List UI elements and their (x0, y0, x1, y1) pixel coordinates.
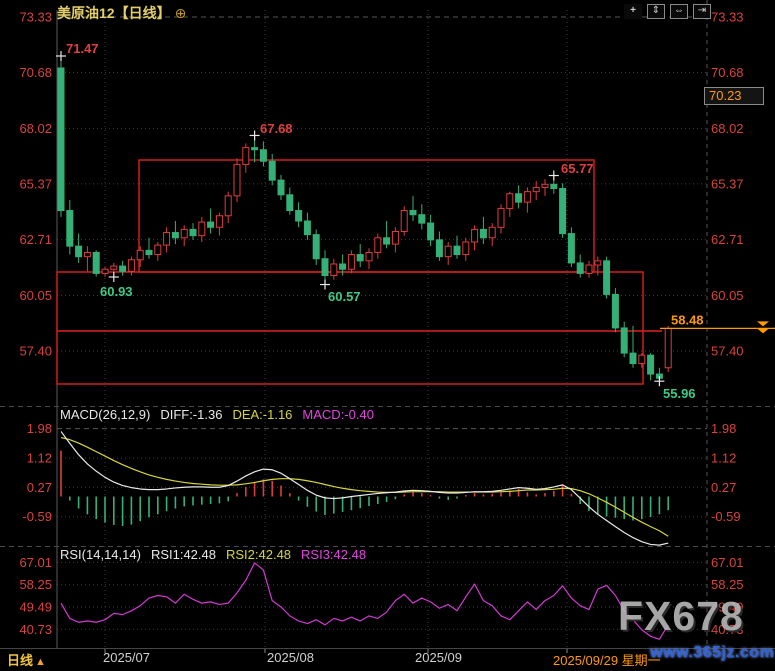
current-date-label: 2025/09/29 星期一 (553, 650, 661, 669)
svg-text:67.01: 67.01 (19, 555, 52, 570)
site-watermark: www.365jz.com (650, 644, 774, 662)
macd-dea-value: DEA:-1.16 (232, 407, 292, 422)
svg-text:62.71: 62.71 (711, 232, 744, 247)
svg-text:-0.59: -0.59 (22, 509, 52, 524)
fx678-watermark: FX678 (618, 593, 744, 640)
svg-text:60.05: 60.05 (711, 288, 744, 303)
instrument-title-text: 美原油12【日线】 (57, 5, 171, 21)
svg-text:68.02: 68.02 (711, 121, 744, 136)
svg-text:73.33: 73.33 (711, 10, 744, 25)
svg-text:0.27: 0.27 (711, 480, 736, 495)
svg-text:65.37: 65.37 (711, 176, 744, 191)
pan-right-icon[interactable]: ⇥ (693, 4, 711, 19)
trading-chart-window: 58.48 71.47 67.68 65.77 60.93 60.57 55.96 73.33… (0, 0, 775, 671)
svg-text:57.40: 57.40 (711, 344, 744, 359)
period-up-arrow-icon: ▲ (35, 656, 46, 668)
svg-text:55.96: 55.96 (663, 386, 696, 401)
svg-text:0.27: 0.27 (27, 480, 52, 495)
svg-text:1.12: 1.12 (27, 451, 52, 466)
period-label: 日线 (7, 653, 33, 668)
y-axis-scale-icon[interactable]: ⇕ (647, 4, 665, 19)
svg-text:40.73: 40.73 (19, 622, 52, 637)
svg-text:1.98: 1.98 (27, 421, 52, 436)
svg-text:58.25: 58.25 (711, 577, 744, 592)
add-indicator-icon[interactable]: ⊕ (175, 5, 187, 21)
svg-text:57.40: 57.40 (19, 344, 52, 359)
macd-header: MACD(26,12,9) DIFF:-1.36 DEA:-1.16 MACD:-0.… (60, 407, 384, 422)
svg-text:2025/07: 2025/07 (103, 650, 150, 665)
svg-text:65.77: 65.77 (561, 161, 594, 176)
svg-text:2025/09: 2025/09 (415, 650, 462, 665)
svg-text:60.57: 60.57 (328, 289, 361, 304)
candles-group (58, 56, 671, 381)
macd-diff-value: DIFF:-1.36 (160, 407, 222, 422)
svg-text:58.25: 58.25 (19, 577, 52, 592)
svg-text:60.93: 60.93 (100, 284, 133, 299)
period-selector[interactable]: 日线▲ (7, 650, 46, 669)
macd-formula: MACD(26,12,9) (60, 407, 150, 422)
svg-text:67.01: 67.01 (711, 555, 744, 570)
svg-text:71.47: 71.47 (66, 41, 99, 56)
rsi3-value: RSI3:42.48 (301, 547, 366, 562)
instrument-title: 美原油12【日线】⊕ (57, 3, 186, 23)
right-axis-price-tag: 70.23 (704, 87, 764, 105)
svg-text:68.02: 68.02 (19, 121, 52, 136)
rsi-header: RSI(14,14,14) RSI1:42.48 RSI2:42.48 RSI3:42… (60, 547, 376, 562)
svg-text:58.48: 58.48 (671, 312, 704, 327)
svg-text:1.12: 1.12 (711, 451, 736, 466)
svg-text:49.49: 49.49 (19, 600, 52, 615)
chart-toolbar: + ⇕ ⇔ ⇥ (624, 4, 711, 19)
rsi-formula: RSI(14,14,14) (60, 547, 141, 562)
move-tool-icon[interactable]: + (624, 4, 642, 19)
svg-text:-0.59: -0.59 (711, 509, 741, 524)
x-axis-scale-icon[interactable]: ⇔ (670, 4, 688, 19)
svg-text:65.37: 65.37 (19, 176, 52, 191)
macd-macd-value: MACD:-0.40 (302, 407, 374, 422)
svg-text:1.98: 1.98 (711, 421, 736, 436)
svg-text:70.68: 70.68 (711, 65, 744, 80)
svg-text:70.68: 70.68 (19, 65, 52, 80)
chart-canvas[interactable]: 58.48 71.47 67.68 65.77 60.93 60.57 55.96 73.33… (0, 0, 775, 671)
svg-text:62.71: 62.71 (19, 232, 52, 247)
svg-text:60.05: 60.05 (19, 288, 52, 303)
svg-text:67.68: 67.68 (260, 121, 293, 136)
rsi1-value: RSI1:42.48 (151, 547, 216, 562)
rsi2-value: RSI2:42.48 (226, 547, 291, 562)
svg-text:2025/08: 2025/08 (267, 650, 314, 665)
svg-text:73.33: 73.33 (19, 10, 52, 25)
